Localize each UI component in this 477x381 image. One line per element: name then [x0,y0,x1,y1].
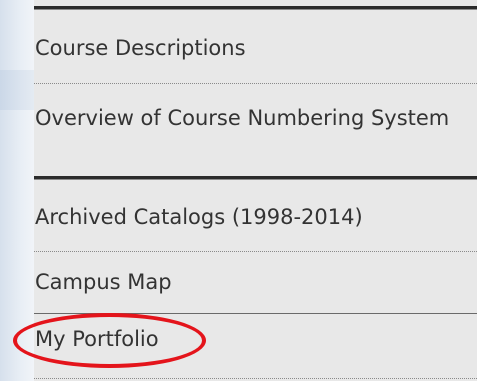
menu-item-label: My Portfolio [35,327,159,351]
menu-item-campus-map[interactable]: Campus Map [34,268,477,297]
menu-divider [34,83,477,84]
menu-item-label: Archived Catalogs (1998-2014) [35,205,363,229]
menu-divider [34,378,477,379]
menu-divider [34,313,477,314]
menu-item-my-portfolio[interactable]: My Portfolio [34,325,477,354]
menu-item-label: Campus Map [35,270,172,294]
sidebar-menu: Course Descriptions Overview of Course N… [34,0,477,381]
page-background [0,0,34,381]
menu-item-label: Course Descriptions [35,36,246,60]
menu-item-label: Overview of Course Numbering System [35,106,450,130]
menu-item-course-descriptions[interactable]: Course Descriptions [34,34,477,63]
menu-divider [34,251,477,252]
menu-section-divider [34,176,477,180]
menu-item-course-numbering-overview[interactable]: Overview of Course Numbering System [34,104,477,133]
menu-item-archived-catalogs[interactable]: Archived Catalogs (1998-2014) [34,203,477,232]
menu-top-divider [34,6,477,10]
